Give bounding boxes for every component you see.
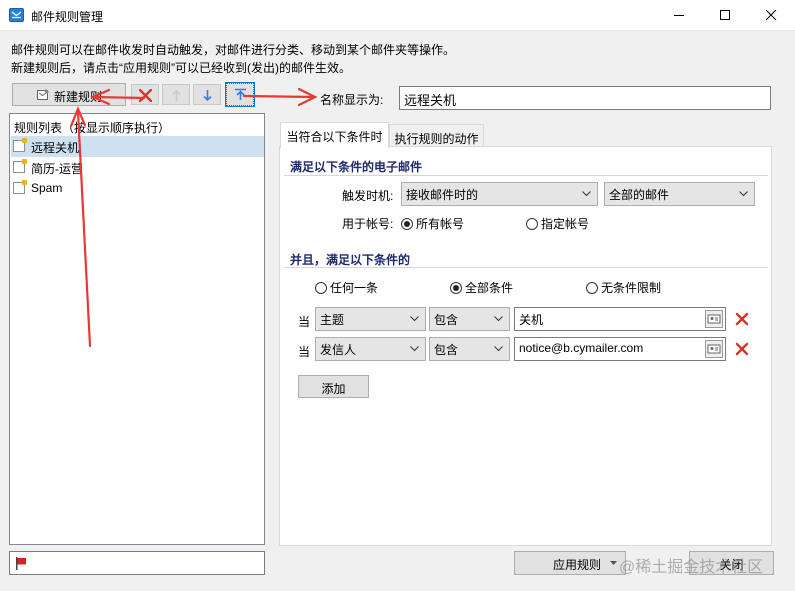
move-top-icon — [235, 88, 246, 100]
delete-condition-icon[interactable] — [735, 312, 749, 326]
rule-label: 简历-运营 — [31, 162, 83, 176]
rule-enabled-checkbox[interactable] — [13, 159, 27, 173]
trigger-label: 触发时机: — [342, 189, 394, 203]
account-label: 用于帐号: — [342, 217, 394, 231]
apply-rules-label: 应用规则 — [553, 558, 602, 572]
chevron-down-icon — [410, 316, 419, 322]
condition-field-value: 主题 — [320, 313, 345, 327]
trigger-value: 接收邮件时的 — [406, 188, 479, 202]
address-book-button[interactable] — [705, 340, 723, 358]
address-book-button[interactable] — [705, 310, 723, 328]
condition-value: 关机 — [519, 313, 544, 327]
chevron-down-icon — [494, 316, 503, 322]
name-label: 名称显示为: — [320, 93, 384, 107]
condition-field-select[interactable]: 主题 — [315, 307, 426, 331]
condition-field-value: 发信人 — [320, 343, 357, 357]
radio-specific-account[interactable]: 指定帐号 — [526, 215, 589, 232]
delete-rule-button[interactable] — [131, 84, 159, 105]
scope-select[interactable]: 全部的邮件 — [604, 182, 755, 206]
scope-value: 全部的邮件 — [609, 188, 670, 202]
address-book-icon — [707, 344, 721, 354]
rule-label: 远程关机 — [31, 141, 80, 155]
minimize-icon — [674, 15, 684, 16]
radio-no-condition[interactable]: 无条件限制 — [586, 279, 661, 296]
rule-name-input[interactable]: 远程关机 — [399, 86, 771, 110]
rule-list: 规则列表（按显示顺序执行） 远程关机 简历-运营 Spam — [9, 113, 265, 545]
add-condition-button[interactable]: 添加 — [298, 375, 369, 398]
chevron-down-icon — [410, 346, 419, 352]
condition-operator-select[interactable]: 包含 — [429, 307, 510, 331]
flag-field[interactable] — [9, 551, 265, 575]
condition-prefix: 当 — [298, 315, 311, 329]
radio-all-accounts[interactable]: 所有帐号 — [401, 215, 464, 232]
radio-circle — [450, 282, 462, 294]
maximize-icon — [720, 10, 730, 20]
section-title-and: 并且，满足以下条件的 — [290, 253, 411, 267]
radio-circle — [586, 282, 598, 294]
radio-circle — [315, 282, 327, 294]
divider — [284, 267, 768, 268]
radio-match-any[interactable]: 任何一条 — [315, 279, 378, 296]
new-rule-icon — [37, 89, 49, 100]
title-bar: 邮件规则管理 — [0, 0, 795, 31]
radio-label: 全部条件 — [465, 281, 514, 295]
watermark: @稀土掘金技术社区 — [619, 559, 764, 576]
delete-condition-icon[interactable] — [735, 342, 749, 356]
window-title: 邮件规则管理 — [31, 10, 104, 24]
condition-value: notice@b.cymailer.com — [519, 341, 644, 355]
rule-list-header: 规则列表（按显示顺序执行） — [14, 121, 171, 135]
address-book-icon — [707, 314, 721, 324]
tab-actions[interactable]: 执行规则的动作 — [389, 124, 484, 148]
new-rule-label: 新建规则 — [54, 90, 103, 104]
tab-conditions[interactable]: 当符合以下条件时 — [280, 122, 389, 148]
condition-operator-value: 包含 — [434, 313, 459, 327]
rule-enabled-checkbox[interactable] — [13, 180, 27, 194]
chevron-down-icon — [739, 191, 748, 197]
radio-match-all[interactable]: 全部条件 — [450, 279, 513, 296]
arrow-up-icon — [172, 89, 181, 101]
radio-label: 所有帐号 — [416, 217, 465, 231]
delete-icon — [139, 89, 152, 102]
condition-operator-select[interactable]: 包含 — [429, 337, 510, 361]
divider — [284, 175, 768, 176]
arrow-down-icon — [203, 90, 212, 102]
radio-circle — [401, 218, 413, 230]
chevron-down-icon — [582, 191, 591, 197]
description-line-2: 新建规则后，请点击“应用规则”可以已经收到(发出)的邮件生效。 — [11, 61, 351, 75]
radio-circle — [526, 218, 538, 230]
condition-operator-value: 包含 — [434, 343, 459, 357]
description-line-1: 邮件规则可以在邮件收发时自动触发，对邮件进行分类、移动到某个邮件夹等操作。 — [11, 43, 456, 57]
conditions-panel: 满足以下条件的电子邮件 触发时机: 接收邮件时的 全部的邮件 用于帐号: 所有帐… — [279, 146, 772, 546]
condition-prefix: 当 — [298, 345, 311, 359]
close-window-button[interactable] — [749, 0, 795, 31]
apply-rules-button[interactable]: 应用规则 — [514, 551, 626, 575]
rule-label: Spam — [31, 181, 63, 195]
move-down-button[interactable] — [193, 84, 221, 105]
close-icon — [766, 10, 777, 21]
flag-icon — [16, 557, 26, 570]
condition-value-input[interactable]: 关机 — [514, 307, 726, 331]
move-up-button[interactable] — [162, 84, 190, 105]
list-item[interactable]: 远程关机 — [11, 136, 264, 157]
list-item[interactable]: Spam — [11, 178, 264, 199]
radio-label: 指定帐号 — [541, 217, 590, 231]
chevron-down-icon — [494, 346, 503, 352]
trigger-select[interactable]: 接收邮件时的 — [401, 182, 598, 206]
condition-value-input[interactable]: notice@b.cymailer.com — [514, 337, 726, 361]
list-item[interactable]: 简历-运营 — [11, 157, 264, 178]
radio-label: 无条件限制 — [601, 281, 662, 295]
maximize-button[interactable] — [703, 0, 749, 31]
dropdown-arrow-icon — [610, 561, 617, 565]
new-rule-button[interactable]: 新建规则 — [12, 83, 126, 106]
move-to-top-button[interactable] — [225, 82, 255, 107]
minimize-button[interactable] — [657, 0, 703, 31]
radio-label: 任何一条 — [330, 281, 379, 295]
mail-app-icon — [9, 8, 24, 22]
condition-field-select[interactable]: 发信人 — [315, 337, 426, 361]
section-title-mail: 满足以下条件的电子邮件 — [290, 160, 423, 174]
rule-enabled-checkbox[interactable] — [13, 138, 27, 152]
